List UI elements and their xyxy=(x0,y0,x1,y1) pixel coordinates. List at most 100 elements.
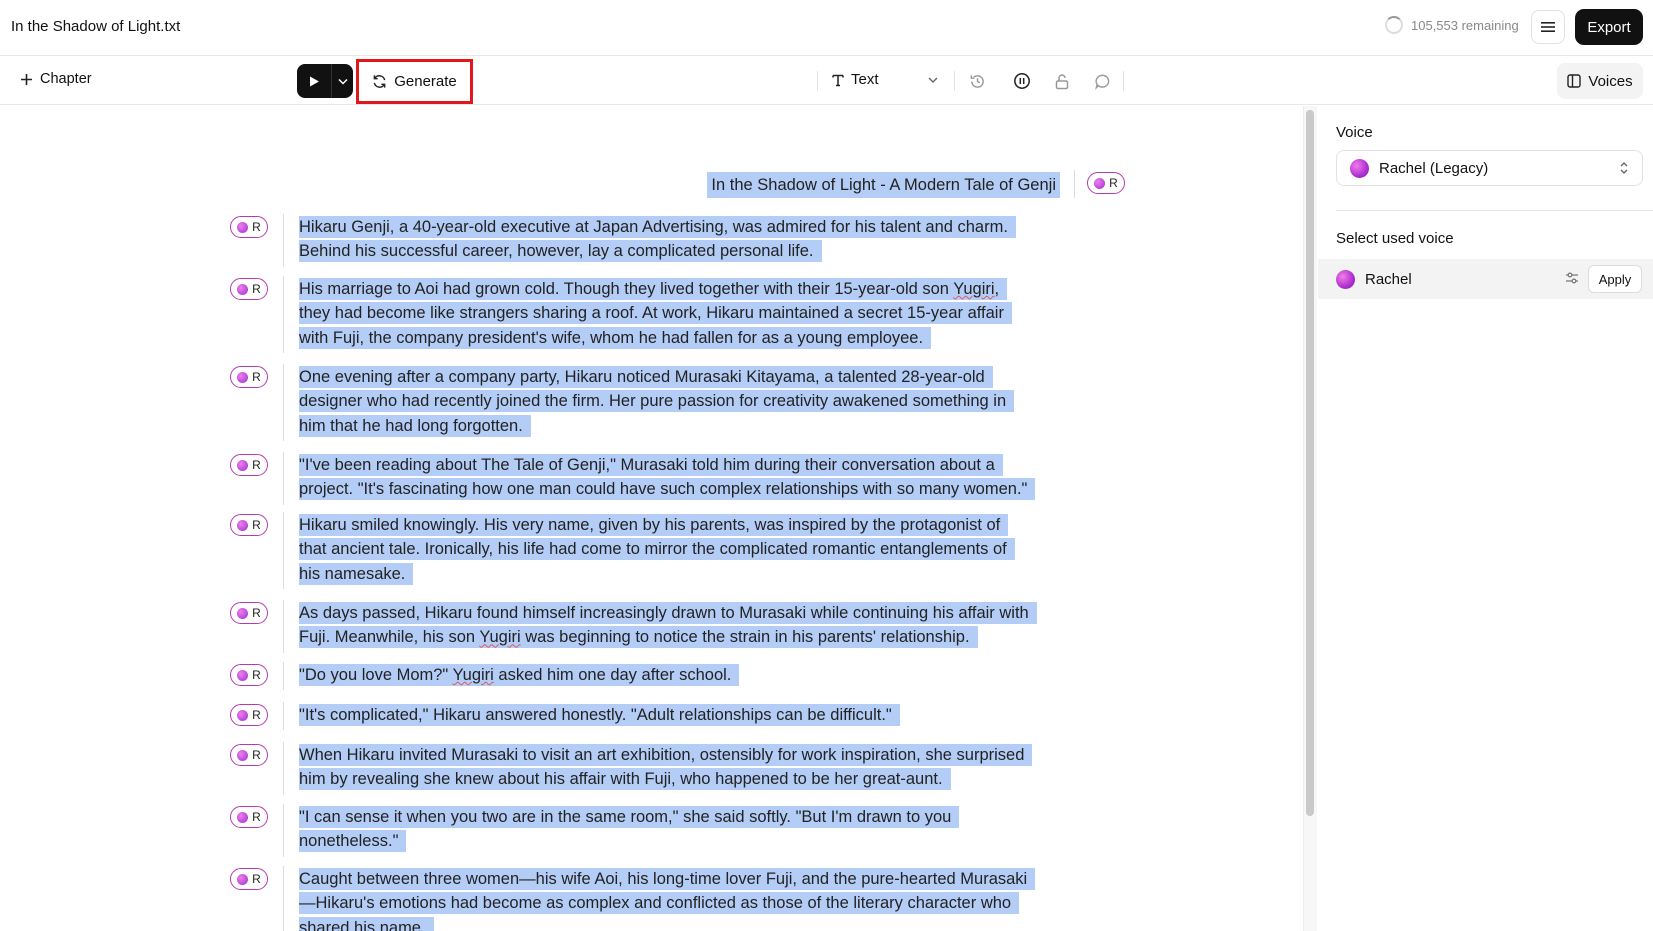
sidebar-panel-icon xyxy=(1567,74,1582,88)
paragraph-text[interactable]: Hikaru Genji, a 40-year-old executive at… xyxy=(299,215,1069,264)
paragraph-line: "I've been reading about The Tale of Gen… xyxy=(299,454,1003,476)
paragraph-text[interactable]: When Hikaru invited Murasaki to visit an… xyxy=(299,743,1069,792)
speaker-initial: R xyxy=(252,606,261,620)
voices-panel: Voice Rachel (Legacy) Select used voice … xyxy=(1318,106,1653,931)
paragraph-line: nonetheless." xyxy=(299,830,407,853)
speaker-initial: R xyxy=(252,282,261,296)
toolbar-divider xyxy=(954,71,955,91)
paragraph-bar xyxy=(283,866,284,931)
paragraph-text[interactable]: "I can sense it when you two are in the … xyxy=(299,805,1069,854)
paragraph-text[interactable]: Hikaru smiled knowingly. His very name, … xyxy=(299,513,1069,586)
speaker-badge[interactable]: R xyxy=(230,868,268,890)
speaker-initial: R xyxy=(252,748,261,762)
paragraph-line: One evening after a company party, Hikar… xyxy=(299,366,993,388)
hamburger-icon xyxy=(1541,22,1555,32)
comment-icon xyxy=(1094,74,1109,90)
chevron-down-icon[interactable] xyxy=(926,73,940,87)
apply-button[interactable]: Apply xyxy=(1588,265,1642,293)
play-control xyxy=(297,64,353,98)
text-icon xyxy=(832,74,844,86)
speaker-badge[interactable]: R xyxy=(230,704,268,726)
paragraph-line: that ancient tale. Ironically, his life … xyxy=(299,538,1015,561)
speaker-badge[interactable]: R xyxy=(230,664,268,686)
text-mode-select[interactable]: Text xyxy=(831,71,879,88)
play-icon xyxy=(310,76,319,86)
pause-icon xyxy=(1014,73,1030,89)
document-title[interactable]: In the Shadow of Light - A Modern Tale o… xyxy=(707,172,1060,198)
title-divider xyxy=(1074,170,1075,198)
play-options-button[interactable] xyxy=(331,64,353,98)
sliders-icon[interactable] xyxy=(1564,270,1580,286)
refresh-icon xyxy=(373,75,386,88)
add-chapter-button[interactable]: Chapter xyxy=(20,71,92,87)
speaker-badge[interactable]: R xyxy=(230,454,268,476)
voice-avatar-icon xyxy=(237,669,249,681)
paragraph-line: "It's complicated," Hikaru answered hone… xyxy=(299,704,900,726)
pause-button[interactable] xyxy=(1011,70,1033,92)
paragraph-bar xyxy=(283,364,284,441)
toolbar: Chapter Generate Text Voices xyxy=(0,57,1653,105)
chevron-down-icon xyxy=(337,78,348,85)
text-mode-label: Text xyxy=(851,71,879,88)
speaker-badge[interactable]: R xyxy=(230,602,268,624)
paragraph-line: shared his name. xyxy=(299,916,434,931)
paragraph-bar xyxy=(283,662,284,691)
paragraph-line: designer who had recently joined the fir… xyxy=(299,390,1015,413)
paragraph-text[interactable]: His marriage to Aoi had grown cold. Thou… xyxy=(299,277,1069,350)
speaker-badge[interactable]: R xyxy=(230,806,268,828)
toolbar-divider xyxy=(817,71,818,91)
paragraph-text[interactable]: "Do you love Mom?" Yugiri asked him one … xyxy=(299,663,1069,687)
menu-button[interactable] xyxy=(1531,10,1565,44)
paragraph-bar xyxy=(283,512,284,589)
speaker-badge[interactable]: R xyxy=(230,366,268,388)
paragraph-line: Caught between three women—his wife Aoi,… xyxy=(299,868,1036,890)
comment-button[interactable] xyxy=(1091,70,1113,92)
history-button[interactable] xyxy=(966,70,988,92)
scrollbar-thumb[interactable] xyxy=(1306,110,1314,816)
paragraph-line: Hikaru Genji, a 40-year-old executive at… xyxy=(299,216,1016,238)
paragraph-line: project. "It's fascinating how one man c… xyxy=(299,478,1036,501)
generate-label: Generate xyxy=(394,73,457,90)
voice-avatar-icon xyxy=(237,749,249,761)
voices-panel-button[interactable]: Voices xyxy=(1557,63,1643,99)
voice-avatar-icon xyxy=(237,607,249,619)
paragraph-line: Hikaru smiled knowingly. His very name, … xyxy=(299,514,1009,536)
speaker-badge[interactable]: R xyxy=(230,216,268,238)
paragraph-bar xyxy=(283,276,284,353)
paragraph-bar xyxy=(283,214,284,267)
speaker-initial: R xyxy=(252,518,261,532)
panel-divider xyxy=(1336,210,1653,211)
paragraph-text[interactable]: "I've been reading about The Tale of Gen… xyxy=(299,453,1069,502)
paragraph-bar xyxy=(283,702,284,731)
voice-select[interactable]: Rachel (Legacy) xyxy=(1336,150,1643,186)
speaker-badge[interactable]: R xyxy=(1087,172,1125,194)
paragraph-text[interactable]: One evening after a company party, Hikar… xyxy=(299,365,1069,438)
voice-avatar-icon xyxy=(237,811,249,823)
play-button[interactable] xyxy=(297,64,331,98)
speaker-badge[interactable]: R xyxy=(230,514,268,536)
lock-button[interactable] xyxy=(1051,70,1073,92)
paragraph-line: they had become like strangers sharing a… xyxy=(299,302,1012,325)
speaker-badge[interactable]: R xyxy=(230,278,268,300)
paragraph-text[interactable]: "It's complicated," Hikaru answered hone… xyxy=(299,703,1069,727)
paragraph-bar xyxy=(283,600,284,653)
unlock-icon xyxy=(1055,73,1069,89)
export-button[interactable]: Export xyxy=(1575,9,1643,45)
remaining-text: 105,553 remaining xyxy=(1411,17,1519,33)
used-voice-label: Select used voice xyxy=(1336,230,1454,247)
speaker-badge[interactable]: R xyxy=(230,744,268,766)
speaker-initial: R xyxy=(252,668,261,682)
paragraph-text[interactable]: As days passed, Hikaru found himself inc… xyxy=(299,601,1069,650)
paragraph-text[interactable]: Caught between three women—his wife Aoi,… xyxy=(299,867,1069,931)
speaker-initial: R xyxy=(252,220,261,234)
loading-spinner-icon xyxy=(1385,16,1403,34)
history-icon xyxy=(970,74,984,88)
editor-area[interactable]: In the Shadow of Light - A Modern Tale o… xyxy=(0,106,1303,931)
used-voice-name: Rachel xyxy=(1365,270,1412,288)
spellcheck-word: Yugiri xyxy=(479,628,521,647)
used-voice-row[interactable]: Rachel Apply xyxy=(1318,259,1653,299)
generate-button[interactable]: Generate xyxy=(356,59,473,104)
voice-avatar-icon xyxy=(237,873,249,885)
paragraph-bar xyxy=(283,742,284,795)
voice-avatar-icon xyxy=(237,519,249,531)
